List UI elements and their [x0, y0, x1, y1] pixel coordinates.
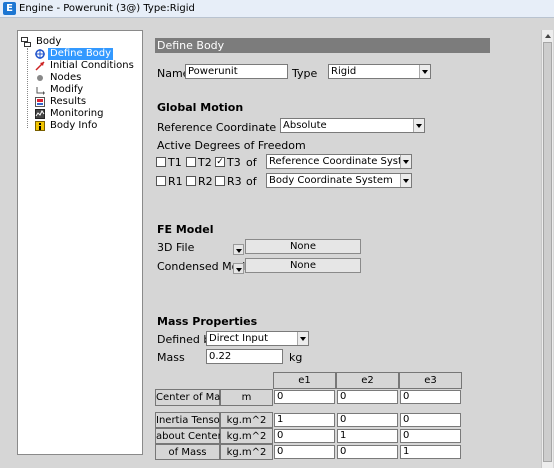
r1-label: R1: [168, 175, 183, 188]
r1-checkbox[interactable]: [156, 176, 166, 186]
defined-by-select[interactable]: Direct Input: [206, 331, 309, 346]
type-select-value: Rigid: [331, 66, 357, 77]
r-of-label: of: [246, 175, 257, 188]
body-tree: Body Define Body Initial Conditions Node…: [17, 30, 143, 455]
t3-label: T3: [227, 156, 241, 169]
panel-header: Define Body: [155, 38, 490, 53]
column-e2: e2: [336, 372, 399, 389]
nodes-icon: [35, 73, 45, 83]
t2-label: T2: [198, 156, 212, 169]
inertia-r3-e3-input[interactable]: 1: [400, 445, 461, 459]
condensed-model-dropdown[interactable]: [233, 263, 244, 274]
t3-checkbox[interactable]: ✓: [215, 157, 225, 167]
column-e1: e1: [273, 372, 336, 389]
r-system-value: Body Coordinate System: [269, 175, 393, 186]
t1-label: T1: [168, 156, 182, 169]
inertia-r2-e2-input[interactable]: 1: [337, 429, 398, 443]
r2-checkbox[interactable]: [186, 176, 196, 186]
r-system-select[interactable]: Body Coordinate System: [266, 173, 412, 188]
inertia-label-2: about Center: [155, 428, 222, 444]
inertia-r3-e2-input[interactable]: 0: [337, 445, 398, 459]
scrollbar-thumb[interactable]: [543, 42, 552, 462]
chevron-down-icon: [297, 332, 308, 345]
scroll-up-icon[interactable]: [542, 30, 553, 41]
chevron-down-icon: [419, 65, 430, 78]
t-system-value: Reference Coordinate System: [269, 156, 412, 167]
type-select[interactable]: Rigid: [328, 64, 431, 79]
inertia-unit-2: kg.m^2: [220, 428, 273, 444]
fe-model-title: FE Model: [157, 223, 214, 236]
app-icon: E: [3, 2, 16, 15]
modify-icon: [35, 85, 45, 95]
center-of-mass-unit: m: [220, 389, 273, 406]
r3-checkbox[interactable]: [215, 176, 225, 186]
inertia-r2-e1-input[interactable]: 0: [274, 429, 335, 443]
define-body-panel: Define Body Name Powerunit Type Rigid Gl…: [153, 30, 539, 468]
results-icon: [35, 97, 45, 107]
t-system-select[interactable]: Reference Coordinate System: [266, 154, 412, 169]
defined-by-value: Direct Input: [209, 333, 269, 344]
inertia-r1-e3-input[interactable]: 0: [400, 413, 461, 427]
3d-file-button[interactable]: None: [245, 239, 361, 254]
info-icon: [35, 121, 45, 131]
inertia-r1-e1-input[interactable]: 1: [274, 413, 335, 427]
3d-file-label: 3D File: [157, 241, 195, 254]
mass-label: Mass: [157, 351, 185, 364]
title-bar: E Engine - Powerunit (3@) Type:Rigid: [0, 0, 554, 18]
type-label: Type: [292, 67, 318, 80]
t2-checkbox[interactable]: [186, 157, 196, 167]
com-e1-input[interactable]: 0: [274, 390, 335, 404]
dof-label: Active Degrees of Freedom: [157, 139, 306, 152]
r2-label: R2: [198, 175, 213, 188]
window-title: Engine - Powerunit (3@) Type:Rigid: [19, 3, 195, 14]
mass-properties-title: Mass Properties: [157, 315, 258, 328]
chevron-down-icon: [413, 119, 424, 132]
center-of-mass-label: Center of Mass: [155, 389, 231, 406]
com-e3-input[interactable]: 0: [400, 390, 461, 404]
body-icon: [21, 37, 31, 47]
3d-file-dropdown[interactable]: [233, 244, 244, 255]
name-input[interactable]: Powerunit: [185, 64, 288, 79]
tree-connector: [27, 48, 28, 128]
inertia-label-1: Inertia Tensor: [155, 412, 224, 428]
inertia-unit-3: kg.m^2: [220, 444, 273, 460]
inertia-label-3: of Mass: [155, 444, 220, 460]
com-e2-input[interactable]: 0: [337, 390, 398, 404]
mass-input[interactable]: 0.22: [206, 349, 283, 364]
ref-system-select[interactable]: Absolute: [280, 118, 425, 133]
ref-system-value: Absolute: [283, 120, 327, 131]
inertia-r2-e3-input[interactable]: 0: [400, 429, 461, 443]
initial-conditions-icon: [35, 61, 45, 71]
define-body-icon: [35, 49, 45, 59]
condensed-model-button[interactable]: None: [245, 258, 361, 273]
inertia-r1-e2-input[interactable]: 0: [337, 413, 398, 427]
global-motion-title: Global Motion: [157, 101, 244, 114]
inertia-unit-1: kg.m^2: [220, 412, 273, 428]
t-of-label: of: [246, 156, 257, 169]
t1-checkbox[interactable]: [156, 157, 166, 167]
r3-label: R3: [227, 175, 242, 188]
mass-unit: kg: [289, 351, 303, 364]
chevron-down-icon: [400, 155, 411, 168]
inertia-r3-e1-input[interactable]: 0: [274, 445, 335, 459]
chevron-down-icon: [400, 174, 411, 187]
monitoring-icon: [35, 109, 45, 119]
vertical-scrollbar[interactable]: [541, 30, 553, 468]
column-e3: e3: [399, 372, 462, 389]
